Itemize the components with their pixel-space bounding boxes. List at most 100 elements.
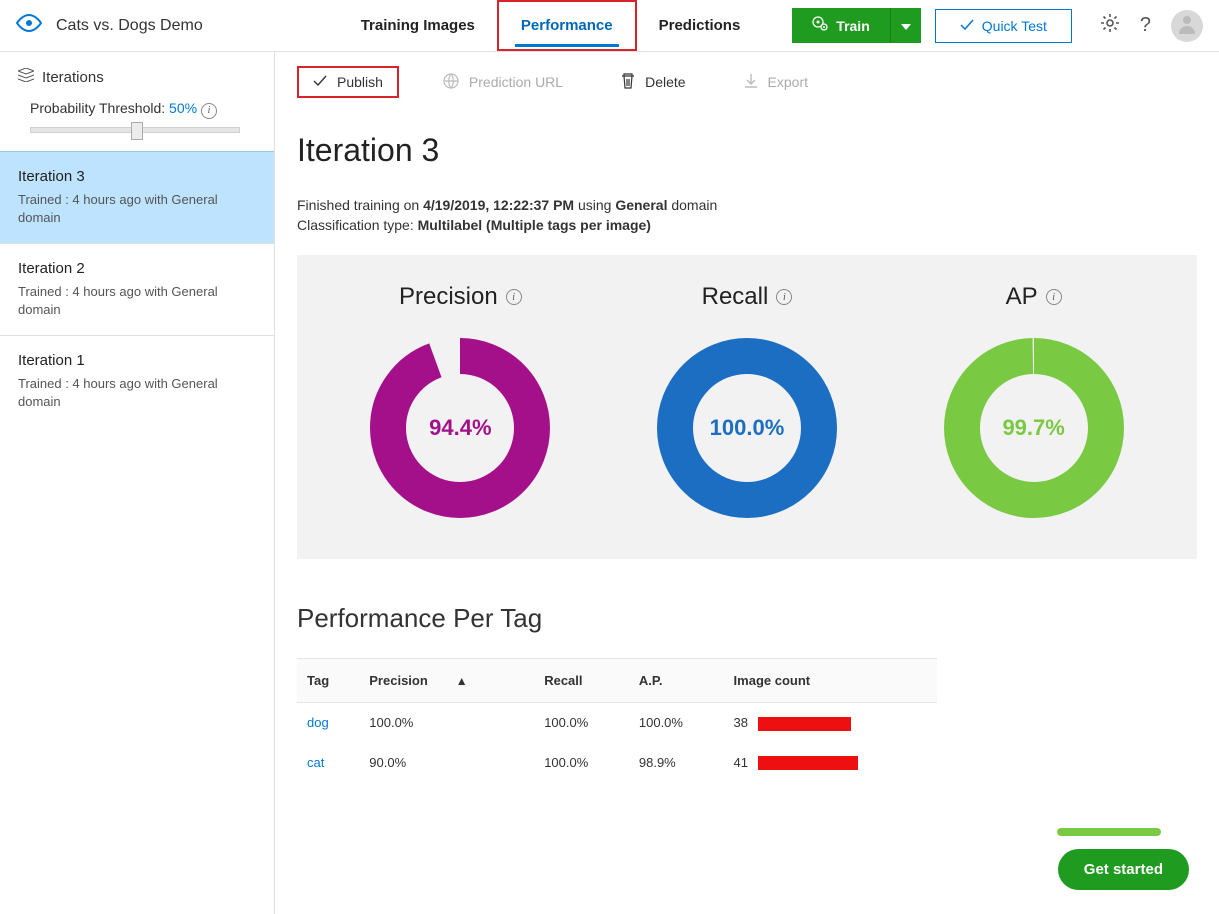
tag-link[interactable]: dog bbox=[307, 715, 329, 730]
per-tag-heading: Performance Per Tag bbox=[297, 603, 1197, 634]
threshold-block: Probability Threshold: 50% i bbox=[0, 96, 274, 151]
layers-icon bbox=[18, 68, 34, 86]
globe-icon bbox=[443, 73, 459, 92]
classification-type: Multilabel (Multiple tags per image) bbox=[418, 217, 651, 233]
train-dropdown[interactable] bbox=[890, 8, 921, 43]
count-bar bbox=[758, 756, 858, 770]
sort-up-icon: ▲ bbox=[456, 674, 468, 688]
header-right: ? bbox=[1100, 10, 1203, 42]
tab-predictions[interactable]: Predictions bbox=[637, 0, 763, 51]
help-button[interactable]: ? bbox=[1140, 14, 1151, 37]
col-recall[interactable]: Recall bbox=[534, 659, 629, 703]
count-bar bbox=[758, 717, 851, 731]
avatar-button[interactable] bbox=[1171, 10, 1203, 42]
prediction-url-label: Prediction URL bbox=[469, 74, 563, 90]
iteration-name: Iteration 3 bbox=[18, 168, 256, 185]
quick-test-label: Quick Test bbox=[982, 18, 1047, 34]
settings-button[interactable] bbox=[1100, 13, 1120, 38]
decoration-stripe bbox=[1057, 828, 1161, 836]
col-precision-label: Precision bbox=[369, 673, 428, 688]
metric-precision: Precision i 94.4% bbox=[365, 283, 555, 523]
nav-tabs: Training Images Performance Predictions bbox=[339, 0, 763, 51]
download-icon bbox=[744, 73, 758, 92]
meta-text: Finished training on bbox=[297, 197, 423, 213]
train-button[interactable]: Train bbox=[792, 8, 889, 43]
iteration-item[interactable]: Iteration 2 Trained : 4 hours ago with Ge… bbox=[0, 243, 274, 335]
info-icon[interactable]: i bbox=[776, 289, 792, 305]
iteration-sub: Trained : 4 hours ago with General domai… bbox=[18, 283, 256, 319]
finished-domain: General bbox=[615, 197, 667, 213]
meta-text: using bbox=[574, 197, 615, 213]
prediction-url-button: Prediction URL bbox=[429, 67, 577, 98]
logo-icon bbox=[16, 14, 42, 37]
iteration-name: Iteration 1 bbox=[18, 352, 256, 369]
table-row: dog100.0%100.0%100.0%38 bbox=[297, 703, 937, 743]
tab-performance[interactable]: Performance bbox=[497, 0, 637, 51]
recall-value: 100.0% bbox=[710, 415, 785, 441]
col-ap[interactable]: A.P. bbox=[629, 659, 724, 703]
project-title: Cats vs. Dogs Demo bbox=[56, 17, 203, 35]
iteration-toolbar: Publish Prediction URL Delete Export bbox=[275, 52, 1219, 104]
delete-label: Delete bbox=[645, 74, 685, 90]
cell-recall: 100.0% bbox=[534, 743, 629, 783]
ap-value: 99.7% bbox=[1002, 415, 1064, 441]
meta-text: Classification type: bbox=[297, 217, 418, 233]
col-tag[interactable]: Tag bbox=[297, 659, 359, 703]
cell-recall: 100.0% bbox=[534, 703, 629, 743]
cell-ap: 100.0% bbox=[629, 703, 724, 743]
gears-icon bbox=[812, 16, 828, 35]
classification-type-line: Classification type: Multilabel (Multipl… bbox=[297, 217, 1197, 233]
publish-button[interactable]: Publish bbox=[297, 66, 399, 98]
train-button-label: Train bbox=[836, 18, 869, 34]
publish-label: Publish bbox=[337, 74, 383, 90]
finished-date: 4/19/2019, 12:22:37 PM bbox=[423, 197, 574, 213]
meta-text: domain bbox=[667, 197, 717, 213]
iteration-item[interactable]: Iteration 3 Trained : 4 hours ago with Ge… bbox=[0, 151, 274, 243]
info-icon[interactable]: i bbox=[1046, 289, 1062, 305]
cell-ap: 98.9% bbox=[629, 743, 724, 783]
app-header: Cats vs. Dogs Demo Training Images Perfo… bbox=[0, 0, 1219, 52]
col-precision[interactable]: Precision ▲ bbox=[359, 659, 534, 703]
table-row: cat 90.0%100.0%98.9%41 bbox=[297, 743, 937, 783]
iteration-item[interactable]: Iteration 1Trained : 4 hours ago with Ge… bbox=[0, 335, 274, 427]
training-finished-line: Finished training on 4/19/2019, 12:22:37… bbox=[297, 197, 1197, 213]
precision-value: 94.4% bbox=[429, 415, 491, 441]
per-tag-table: Tag Precision ▲ Recall A.P. Image count d… bbox=[297, 658, 937, 782]
quick-test-button[interactable]: Quick Test bbox=[935, 9, 1072, 43]
cell-count: 41 bbox=[724, 743, 937, 783]
threshold-label: Probability Threshold: bbox=[30, 100, 165, 116]
metric-label: Recall bbox=[702, 283, 769, 311]
metric-ap: AP i 99.7% bbox=[939, 283, 1129, 523]
metric-recall: Recalli 100.0% bbox=[652, 283, 842, 523]
iteration-sub: Trained : 4 hours ago with General domai… bbox=[18, 191, 256, 227]
trash-icon bbox=[621, 73, 635, 92]
get-started-button[interactable]: Get started bbox=[1058, 849, 1189, 890]
cell-count: 38 bbox=[724, 703, 937, 743]
check-icon bbox=[313, 74, 327, 90]
tab-training-images[interactable]: Training Images bbox=[339, 0, 497, 51]
export-button: Export bbox=[730, 67, 822, 98]
question-icon: ? bbox=[1140, 14, 1151, 36]
cell-precision: 100.0% bbox=[359, 703, 534, 743]
iterations-header: Iterations bbox=[0, 52, 274, 96]
info-icon[interactable]: i bbox=[201, 103, 217, 119]
gear-icon bbox=[1100, 17, 1120, 37]
slider-thumb[interactable] bbox=[131, 122, 143, 140]
threshold-value: 50% bbox=[169, 100, 197, 116]
sidebar: Iterations Probability Threshold: 50% i … bbox=[0, 52, 275, 914]
metrics-panel: Precisioni 94.4% Recalli 100.0% APi 99.7… bbox=[297, 255, 1197, 559]
tag-link[interactable]: cat bbox=[307, 755, 324, 770]
iteration-title: Iteration 3 bbox=[297, 132, 1197, 169]
cell-precision: 90.0% bbox=[359, 743, 534, 783]
info-icon[interactable]: i bbox=[506, 289, 522, 305]
main-content: Publish Prediction URL Delete Export Ite… bbox=[275, 52, 1219, 914]
iteration-name: Iteration 2 bbox=[18, 260, 256, 277]
check-icon bbox=[960, 18, 974, 34]
export-label: Export bbox=[768, 74, 808, 90]
threshold-slider[interactable] bbox=[30, 127, 240, 133]
col-count[interactable]: Image count bbox=[724, 659, 937, 703]
iterations-label: Iterations bbox=[42, 69, 104, 86]
delete-button[interactable]: Delete bbox=[607, 67, 699, 98]
metric-label: Precision bbox=[399, 283, 498, 311]
metric-label: AP bbox=[1006, 283, 1038, 311]
